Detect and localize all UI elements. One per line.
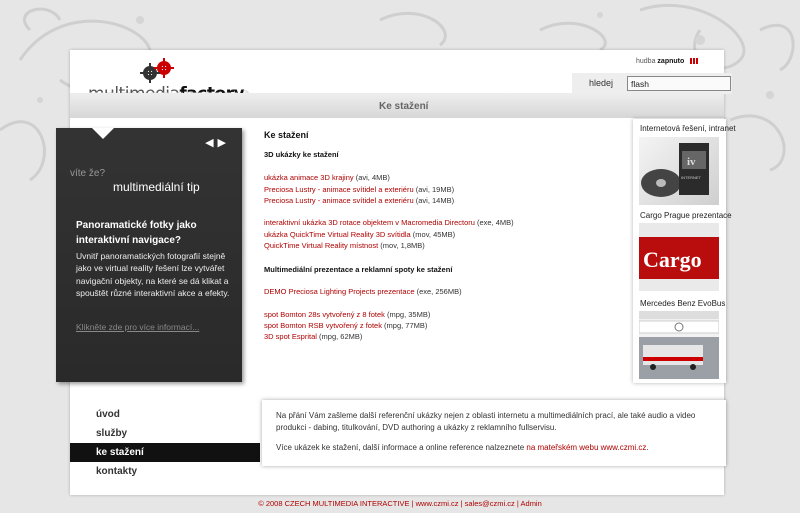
download-link[interactable]: spot Bomton 28s vytvořený z 8 fotek [264, 310, 385, 319]
tip-panel: ◀▶ víte že? multimediální tip Panoramati… [56, 128, 242, 382]
svg-text:iv: iv [687, 156, 696, 168]
nav-item-kontakty[interactable]: kontakty [70, 462, 260, 481]
download-meta: (mpg, 35MB) [384, 310, 431, 319]
download-item: Preciosa Lustry - animace svítidel a ext… [264, 196, 454, 205]
arrow-right-icon[interactable]: ▶ [218, 137, 230, 149]
download-item: ukázka QuickTime Virtual Reality 3D svít… [264, 230, 455, 239]
tip-body: Uvnitř panoramatických fotografií stejně… [76, 251, 230, 298]
download-item: spot Bomton 28s vytvořený z 8 fotek (mpg… [264, 310, 430, 319]
gears-icon [140, 58, 174, 83]
download-meta: (mov, 1,8MB) [378, 241, 425, 250]
download-item: 3D spot Esprital (mpg, 62MB) [264, 332, 362, 341]
footer-site-link[interactable]: www.czmi.cz [416, 499, 459, 508]
download-link[interactable]: ukázka animace 3D krajiny [264, 173, 354, 182]
cargo-image: Cargo [639, 223, 719, 291]
nav-item-sluzby[interactable]: služby [70, 424, 260, 443]
search-input[interactable] [627, 76, 731, 91]
download-meta: (mpg, 77MB) [381, 321, 428, 330]
evobus-image [639, 311, 719, 379]
footer-separator: | [460, 499, 463, 508]
info-text: Více ukázek ke stažení, další informace … [276, 443, 527, 452]
footer-email-link[interactable]: sales@czmi.cz [465, 499, 515, 508]
svg-text:Cargo: Cargo [643, 247, 702, 272]
tip-arrows: ◀▶ [205, 136, 230, 149]
reference-title[interactable]: Cargo Prague prezentace [640, 211, 732, 220]
download-link[interactable]: Preciosa Lustry - animace svítidel a ext… [264, 196, 414, 205]
tip-title: Panoramatické fotky jako interaktivní na… [76, 220, 197, 246]
reference-title[interactable]: Mercedes Benz EvoBus [640, 299, 725, 308]
section-heading: 3D ukázky ke stažení [264, 150, 339, 159]
download-link[interactable]: QuickTime Virtual Reality místnost [264, 241, 378, 250]
tip-kicker: víte že? [70, 168, 106, 179]
search-label: hledej [589, 78, 614, 88]
footer-separator: | [411, 499, 414, 508]
download-link[interactable]: spot Bomton RSB vytvořený z fotek [264, 321, 382, 330]
nav-item-ke-stazeni[interactable]: ke stažení [70, 443, 260, 462]
section-heading: Multimediální prezentace a reklamní spot… [264, 265, 453, 274]
tip-notch [92, 128, 114, 139]
czmi-link[interactable]: na mateřském webu www.czmi.cz [526, 443, 646, 452]
main-nav: úvod služby ke stažení kontakty [70, 405, 260, 481]
reference-thumbnail[interactable]: iv INTERNET [639, 137, 719, 205]
download-item: interaktivní ukázka 3D rotace objektem v… [264, 218, 514, 227]
footer-separator: | [516, 499, 519, 508]
download-link[interactable]: DEMO Preciosa Lighting Projects prezenta… [264, 287, 415, 296]
download-link[interactable]: ukázka QuickTime Virtual Reality 3D svít… [264, 230, 411, 239]
download-link[interactable]: interaktivní ukázka 3D rotace objektem v… [264, 218, 475, 227]
info-box: Na přání Vám zašleme další referenční uk… [262, 400, 726, 466]
download-item: Preciosa Lustry - animace svítidel a ext… [264, 185, 454, 194]
download-link[interactable]: Preciosa Lustry - animace svítidel a ext… [264, 185, 414, 194]
download-meta: (avi, 4MB) [353, 173, 390, 182]
reference-title[interactable]: Internetová řešení, intranet [640, 124, 736, 133]
tip-more-link[interactable]: Klikněte zde pro více informací... [76, 322, 199, 332]
download-meta: (mpg, 62MB) [316, 332, 363, 341]
page-heading: Ke stažení [379, 101, 429, 112]
references-sidebar: Internetová řešení, intranet iv INTERNET… [633, 119, 736, 383]
download-item: QuickTime Virtual Reality místnost (mov,… [264, 241, 425, 250]
download-link[interactable]: 3D spot Esprital [264, 332, 317, 341]
music-state[interactable]: zapnuto [657, 58, 684, 65]
copyright: © 2008 CZECH MULTIMEDIA INTERACTIVE [258, 499, 410, 508]
tip-label: multimediální tip [113, 180, 200, 194]
svg-text:INTERNET: INTERNET [681, 175, 702, 180]
reference-thumbnail[interactable]: Cargo [639, 223, 719, 291]
download-item: DEMO Preciosa Lighting Projects prezenta… [264, 287, 462, 296]
music-toggle[interactable]: hudba zapnuto [636, 58, 699, 65]
info-paragraph: Na přání Vám zašleme další referenční uk… [276, 411, 696, 432]
download-item: ukázka animace 3D krajiny (avi, 4MB) [264, 173, 390, 182]
download-meta: (exe, 4MB) [474, 218, 514, 227]
dvd-box-image: iv INTERNET [641, 143, 709, 197]
equalizer-icon [690, 58, 699, 65]
download-meta: (avi, 19MB) [413, 185, 455, 194]
nav-item-uvod[interactable]: úvod [70, 405, 260, 424]
info-paragraph-links: Více ukázek ke stažení, další informace … [276, 442, 712, 454]
reference-thumbnail[interactable] [639, 311, 719, 379]
arrow-left-icon[interactable]: ◀ [205, 137, 217, 149]
music-label: hudba [636, 58, 656, 65]
download-meta: (avi, 14MB) [413, 196, 455, 205]
main-title: Ke stažení [264, 130, 309, 140]
download-item: spot Bomton RSB vytvořený z fotek (mpg, … [264, 321, 427, 330]
footer-admin-link[interactable]: Admin [521, 499, 542, 508]
download-meta: (exe, 256MB) [414, 287, 462, 296]
info-text-end: . [646, 443, 649, 452]
download-meta: (mov, 45MB) [410, 230, 456, 239]
footer: © 2008 CZECH MULTIMEDIA INTERACTIVE | ww… [0, 499, 800, 508]
